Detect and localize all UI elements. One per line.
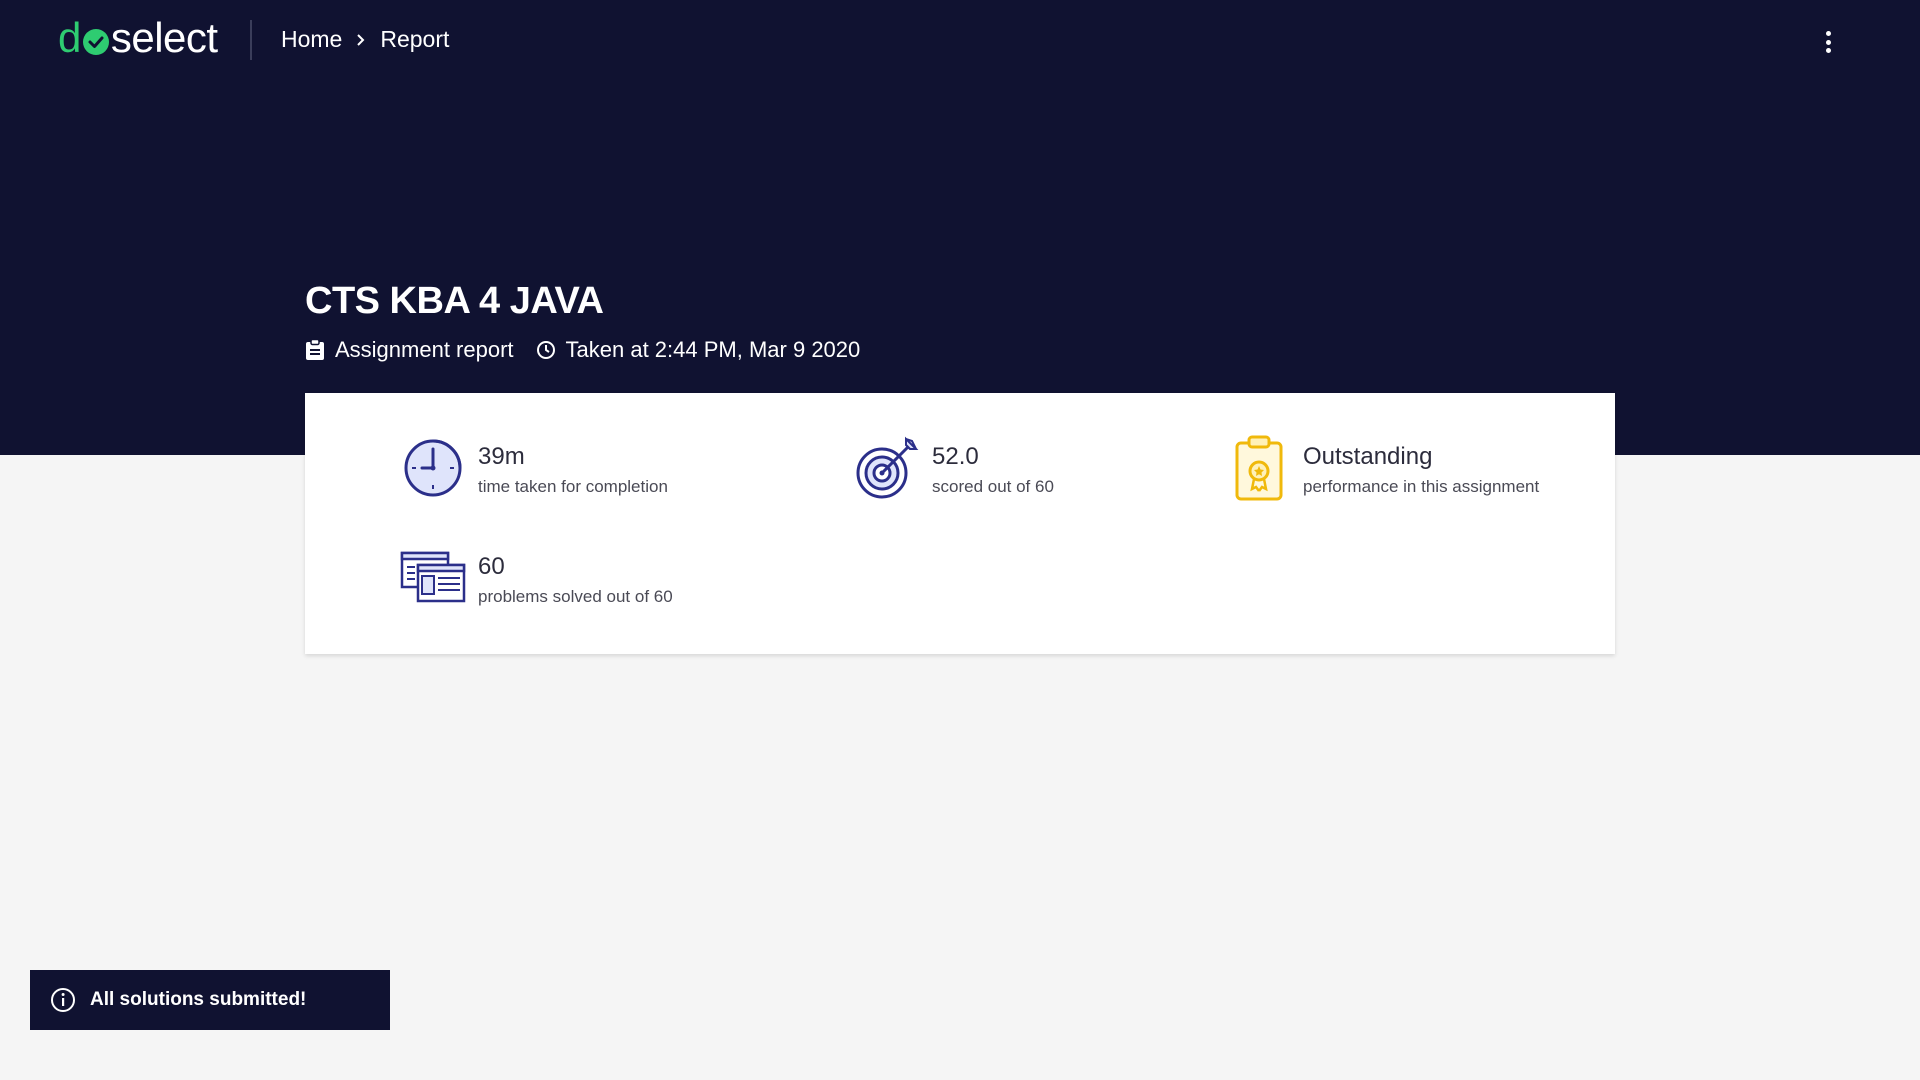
stat-score: 52.0 scored out of 60 xyxy=(854,435,1054,501)
page-title: CTS KBA 4 JAVA xyxy=(305,280,604,322)
clock-icon xyxy=(404,439,462,497)
target-icon xyxy=(856,436,919,499)
performance-label: performance in this assignment xyxy=(1303,477,1540,496)
report-meta: Assignment report Taken at 2:44 PM, Mar … xyxy=(305,337,882,363)
certificate-icon xyxy=(1235,435,1283,501)
taken-at: Taken at 2:44 PM, Mar 9 2020 xyxy=(536,337,860,363)
top-navbar: d select Home Report xyxy=(0,0,1920,82)
problems-value: 60 xyxy=(478,553,505,580)
notification-toast: All solutions submitted! xyxy=(30,970,390,1030)
performance-value: Outstanding xyxy=(1303,443,1433,470)
clipboard-icon xyxy=(306,339,324,360)
problems-icon xyxy=(400,551,466,603)
more-options-icon[interactable] xyxy=(1816,28,1840,56)
time-label: time taken for completion xyxy=(478,477,668,496)
logo-divider xyxy=(250,20,252,60)
info-icon xyxy=(51,988,75,1012)
doselect-logo[interactable]: d select xyxy=(58,14,218,62)
score-value: 52.0 xyxy=(932,443,979,470)
stat-performance: Outstanding performance in this assignme… xyxy=(1225,435,1539,501)
problems-label: problems solved out of 60 xyxy=(478,587,673,606)
time-value: 39m xyxy=(478,443,525,470)
breadcrumb: Home Report xyxy=(281,26,449,53)
report-type: Assignment report xyxy=(305,337,514,363)
stats-card: 39m time taken for completion 52.0 score… xyxy=(305,393,1615,654)
clock-small-icon xyxy=(536,341,555,359)
breadcrumb-report: Report xyxy=(380,26,450,52)
stat-problems: 60 problems solved out of 60 xyxy=(400,545,673,611)
toast-message: All solutions submitted! xyxy=(90,989,307,1010)
breadcrumb-home[interactable]: Home xyxy=(281,26,342,53)
logo-check-icon xyxy=(82,29,109,55)
stat-time: 39m time taken for completion xyxy=(400,435,668,501)
score-label: scored out of 60 xyxy=(932,477,1054,496)
chevron-right-icon xyxy=(356,33,366,47)
